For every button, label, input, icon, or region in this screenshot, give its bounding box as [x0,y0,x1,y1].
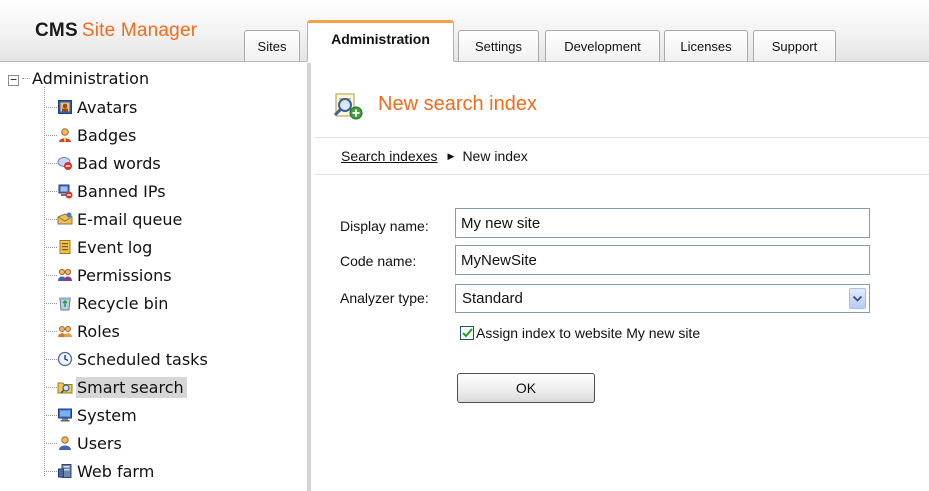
user-icon [57,435,73,451]
tree-item-label: System [77,405,137,425]
header-bar: CMS Site Manager Sites Administration Set… [0,0,929,62]
tree-item-permissions[interactable]: Permissions [44,264,175,286]
tree-connector [44,442,57,444]
clock-icon [57,351,73,367]
tree-connector [44,106,57,108]
avatar-icon [57,99,73,115]
tree-connector [44,274,57,276]
tree-item-label: Avatars [77,97,138,117]
tree-item-system[interactable]: System [44,404,140,426]
tree-item-avatars[interactable]: Avatars [44,96,140,118]
tree-connector [44,190,57,192]
assign-index-row: Assign index to website My new site [460,324,700,342]
tree-item-label: Users [77,433,122,453]
breadcrumb-bar: Search indexes ▶ New index [315,137,929,175]
tree-connector [44,218,57,220]
bad-words-icon [57,155,73,171]
event-log-icon [57,239,73,255]
tree-item-scheduled-tasks[interactable]: Scheduled tasks [44,348,211,370]
tree-item-users[interactable]: Users [44,432,125,454]
tree-item-label: Event log [77,237,153,257]
tree-connector [22,77,30,79]
tree-connector [44,470,57,472]
display-name-input[interactable] [455,208,870,238]
tree-item-label: Banned IPs [77,181,166,201]
tree-item-badges[interactable]: Badges [44,124,139,146]
tab-sites[interactable]: Sites [244,30,300,62]
tree-connector [44,414,57,416]
tree-item-label: Scheduled tasks [77,349,208,369]
analyzer-type-value: Standard [462,290,523,307]
computer-icon [57,407,73,423]
code-name-input[interactable] [455,245,870,275]
chevron-down-icon[interactable] [849,288,866,309]
permissions-icon [57,267,73,283]
page-title: New search index [378,93,537,115]
tree-connector [44,246,57,248]
server-icon [57,463,73,479]
analyzer-type-label: Analyzer type: [340,290,429,306]
code-name-label: Code name: [340,253,417,269]
recycle-bin-icon [57,295,73,311]
tree-item-label: Permissions [77,265,172,285]
analyzer-type-select[interactable]: Standard [455,284,870,313]
tree-item-label: Smart search [76,376,187,398]
assign-index-label: Assign index to website My new site [476,325,701,341]
tree-item-label: Roles [77,321,120,341]
main-content: New search index Search indexes ▶ New in… [315,63,929,491]
tree-item-label: Web farm [77,461,155,481]
tree-item-label: Badges [77,125,137,145]
tree-item-bad-words[interactable]: Bad words [44,152,164,174]
display-name-label: Display name: [340,218,429,234]
tree-connector [44,330,57,332]
smart-search-icon [57,379,73,395]
breadcrumb-arrow-icon: ▶ [447,150,455,161]
tab-administration[interactable]: Administration [307,20,454,62]
tree-item-label: Recycle bin [77,293,169,313]
badge-icon [57,127,73,143]
tree-connector [44,302,57,304]
tree-item-smart-search[interactable]: Smart search [44,376,187,398]
banned-ip-icon [57,183,73,199]
tab-settings[interactable]: Settings [458,30,539,62]
tab-licenses[interactable]: Licenses [664,30,748,62]
breadcrumb-current: New index [462,148,528,164]
tree-root-administration[interactable]: − Administration [8,68,149,88]
tree-connector [44,162,57,164]
admin-tree-panel: − Administration Avatars Badges Bad word… [0,63,311,491]
breadcrumb-link-search-indexes[interactable]: Search indexes [341,148,438,164]
tree-item-roles[interactable]: Roles [44,320,123,342]
tree-connector [44,358,57,360]
email-queue-icon [57,211,73,227]
app-logo: CMS Site Manager [35,20,197,42]
tree-item-web-farm[interactable]: Web farm [44,460,157,482]
tab-support[interactable]: Support [753,30,836,62]
tree-item-banned-ips[interactable]: Banned IPs [44,180,169,202]
collapse-icon[interactable]: − [8,74,19,86]
ok-button[interactable]: OK [457,373,595,403]
tree-item-event-log[interactable]: Event log [44,236,155,258]
search-index-add-icon [333,92,363,120]
assign-index-checkbox[interactable] [460,326,474,340]
breadcrumb: Search indexes ▶ New index [341,148,528,164]
tree-connector [44,386,57,388]
tree-connector [44,134,57,136]
tab-development[interactable]: Development [545,30,660,62]
tree-item-label: E-mail queue [77,209,183,229]
tree-item-email-queue[interactable]: E-mail queue [44,208,185,230]
tree-root-label: Administration [32,68,150,88]
tree-item-label: Bad words [77,153,161,173]
roles-icon [57,323,73,339]
tree-item-recycle-bin[interactable]: Recycle bin [44,292,171,314]
logo-cms: CMS [35,20,78,41]
logo-site-manager: Site Manager [81,20,198,41]
